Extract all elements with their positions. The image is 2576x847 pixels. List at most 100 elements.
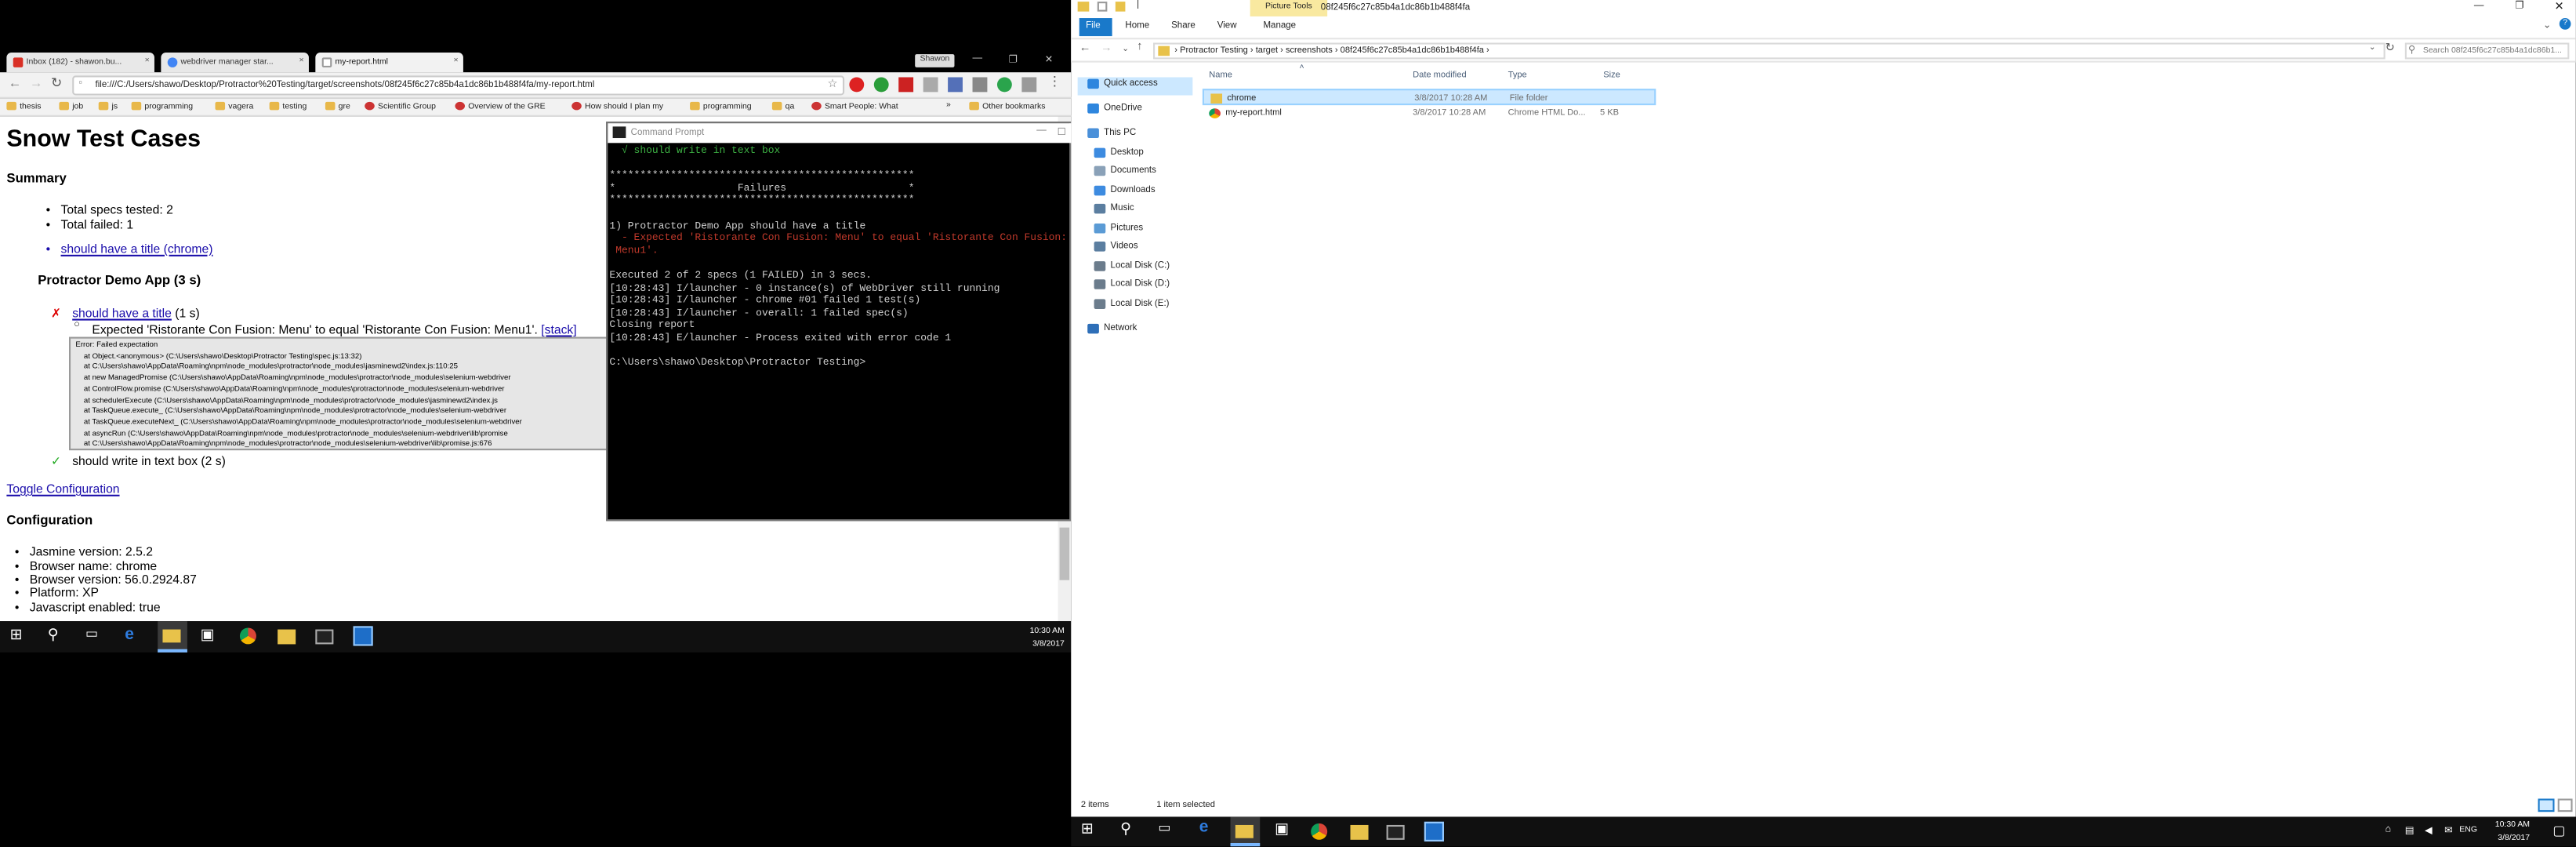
column-date[interactable]: Date modified <box>1413 71 1466 81</box>
column-type[interactable]: Type <box>1508 71 1527 81</box>
cmd-title-bar[interactable]: Command Prompt — ☐ <box>608 123 1072 144</box>
bookmark-item[interactable]: gre <box>325 101 350 111</box>
notification-icon[interactable]: ✉ <box>2444 825 2453 837</box>
file-row[interactable]: chrome 3/8/2017 10:28 AM File folder <box>1202 89 1656 106</box>
nav-item-this-pc[interactable]: This PC <box>1087 128 1136 139</box>
bookmark-item[interactable]: How should I plan my <box>571 101 663 111</box>
search-icon[interactable]: ⚲ <box>1120 820 1141 842</box>
failed-spec-link[interactable]: should have a title (chrome) <box>46 242 213 256</box>
close-window-icon[interactable]: ✕ <box>1045 54 1054 66</box>
extension-icon[interactable] <box>898 77 914 93</box>
close-tab-icon[interactable]: × <box>145 56 150 66</box>
bookmark-item[interactable]: vagera <box>215 101 253 111</box>
search-icon[interactable]: ⚲ <box>48 626 69 647</box>
command-prompt-window[interactable]: Command Prompt — ☐ √ should write in tex… <box>606 122 1072 522</box>
extension-icon[interactable] <box>1021 77 1037 93</box>
help-icon[interactable]: ? <box>2559 18 2571 30</box>
extension-icon[interactable] <box>948 77 963 93</box>
expand-ribbon-icon[interactable]: ⌄ <box>2543 20 2552 31</box>
bookmark-item[interactable]: thesis <box>6 101 42 111</box>
chrome-icon[interactable] <box>1311 823 1328 840</box>
recent-dropdown-icon[interactable]: ⌄ <box>1122 45 1129 55</box>
right-clock[interactable]: 10:30 AM 3/8/2017 <box>2495 819 2530 845</box>
toggle-configuration-link[interactable]: Toggle Configuration <box>6 482 119 496</box>
file-explorer-icon[interactable] <box>158 621 187 653</box>
edge-icon[interactable]: e <box>125 626 146 647</box>
network-icon[interactable]: ▤ <box>2405 825 2415 837</box>
bookmark-item[interactable]: testing <box>269 101 307 111</box>
extension-icon[interactable] <box>923 77 938 93</box>
nav-item-downloads[interactable]: Downloads <box>1094 185 1156 196</box>
menu-icon[interactable]: ⋮ <box>1048 74 1061 89</box>
close-tab-icon[interactable]: × <box>454 56 459 66</box>
file-tab[interactable]: File <box>1079 18 1112 37</box>
other-bookmarks[interactable]: Other bookmarks <box>969 101 1045 111</box>
action-center-icon[interactable]: ▢ <box>2552 823 2565 838</box>
address-bar[interactable]: ▫ file:///C:/Users/shawo/Desktop/Protrac… <box>72 75 845 96</box>
quick-properties-icon[interactable] <box>1097 2 1108 12</box>
nav-item-local-disk-c[interactable]: Local Disk (C:) <box>1094 261 1170 271</box>
bookmark-item[interactable]: job <box>59 101 83 111</box>
nav-item-local-disk-d[interactable]: Local Disk (D:) <box>1094 279 1170 289</box>
nav-item-local-disk-e[interactable]: Local Disk (E:) <box>1094 299 1170 309</box>
reload-icon[interactable]: ↻ <box>51 75 62 90</box>
qat-dropdown-icon[interactable]: | <box>1137 0 1139 10</box>
bookmark-item[interactable]: js <box>98 101 118 111</box>
folder-icon[interactable] <box>1350 824 1369 840</box>
maximize-icon[interactable]: ❐ <box>2515 0 2523 12</box>
address-dropdown-icon[interactable]: ⌄ <box>2369 42 2376 53</box>
task-view-icon[interactable]: ▭ <box>1158 820 1179 842</box>
extension-icon[interactable] <box>849 77 865 93</box>
bookmark-item[interactable]: Scientific Group <box>365 101 436 111</box>
file-row[interactable]: my-report.html 3/8/2017 10:28 AM Chrome HT… <box>1203 105 1656 122</box>
maximize-icon[interactable]: ❐ <box>1009 54 1018 66</box>
close-tab-icon[interactable]: × <box>299 56 304 66</box>
scrollbar-thumb[interactable] <box>1059 527 1070 580</box>
browser-tab-report[interactable]: my-report.html × <box>315 53 463 73</box>
store-icon[interactable]: ▣ <box>201 626 222 647</box>
store-icon[interactable]: ▣ <box>1275 820 1296 842</box>
people-icon[interactable]: ⌂ <box>2386 825 2392 835</box>
nav-item-music[interactable]: Music <box>1094 203 1134 214</box>
tab-manage[interactable]: Manage <box>1263 21 1296 31</box>
extension-icon[interactable] <box>972 77 988 93</box>
column-size[interactable]: Size <box>1603 71 1620 81</box>
forward-icon[interactable]: → <box>30 75 43 90</box>
back-icon[interactable]: ← <box>1079 42 1091 54</box>
app-icon[interactable] <box>1424 821 1444 842</box>
star-icon[interactable]: ☆ <box>828 77 838 91</box>
tab-share[interactable]: Share <box>1171 21 1195 31</box>
minimize-icon[interactable]: — <box>1036 126 1047 136</box>
edge-icon[interactable]: e <box>1199 819 1221 840</box>
browser-tab-webdriver[interactable]: webdriver manager star... × <box>161 53 309 73</box>
maximize-icon[interactable]: ☐ <box>1058 126 1066 138</box>
nav-item-documents[interactable]: Documents <box>1094 165 1156 176</box>
explorer-address-bar[interactable]: › Protractor Testing › target › screensh… <box>1153 42 2386 60</box>
bookmarks-overflow-icon[interactable]: » <box>946 100 951 111</box>
large-icons-view-icon[interactable] <box>2557 798 2573 812</box>
cmd-icon[interactable] <box>315 629 334 645</box>
nav-item-desktop[interactable]: Desktop <box>1094 147 1144 158</box>
column-name[interactable]: Name <box>1209 71 1232 81</box>
minimize-icon[interactable]: — <box>973 54 983 64</box>
app-icon[interactable] <box>353 626 373 646</box>
tab-home[interactable]: Home <box>1125 21 1149 31</box>
nav-item-quick-access[interactable]: Quick access <box>1087 78 1158 89</box>
new-folder-icon[interactable] <box>1115 2 1126 12</box>
forward-icon[interactable]: → <box>1101 42 1112 54</box>
windows-start-icon[interactable]: ⊞ <box>1081 820 1102 842</box>
tab-view[interactable]: View <box>1217 21 1237 31</box>
profile-button[interactable]: Shawon <box>915 54 955 67</box>
file-explorer-icon[interactable] <box>1230 816 1261 847</box>
bookmark-item[interactable]: Overview of the GRE <box>455 101 546 111</box>
explorer-search-input[interactable]: ⚲ Search 08f245f6c27c85b4a1dc86b1... <box>2404 42 2570 60</box>
details-view-icon[interactable] <box>2538 798 2555 812</box>
windows-start-icon[interactable]: ⊞ <box>10 626 31 647</box>
minimize-icon[interactable]: — <box>2474 2 2484 12</box>
folder-icon[interactable] <box>278 629 296 645</box>
refresh-icon[interactable]: ↻ <box>2386 41 2395 54</box>
bookmark-item[interactable]: programming <box>690 101 752 111</box>
grammarly-icon[interactable] <box>996 77 1012 93</box>
chrome-icon[interactable] <box>239 627 256 645</box>
nav-item-onedrive[interactable]: OneDrive <box>1087 104 1142 114</box>
